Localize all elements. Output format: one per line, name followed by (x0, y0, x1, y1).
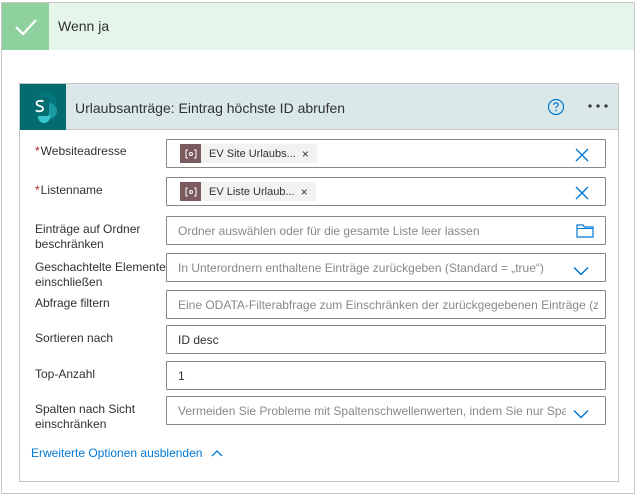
top-count-value: 1 (178, 369, 185, 383)
question-circle-icon[interactable] (547, 98, 565, 116)
order-by-label: Sortieren nach (35, 331, 114, 345)
nested-items-label: Geschachtelte Elemente einschließen (35, 260, 166, 289)
list-name-token[interactable]: EV Liste Urlaub... × (180, 182, 316, 201)
folder-placeholder: Ordner auswählen oder für die gesamte Li… (178, 224, 480, 238)
nested-items-dropdown[interactable]: In Unterordnern enthaltene Einträge zurü… (166, 253, 606, 282)
action-header[interactable]: Urlaubsanträge: Eintrag höchste ID abruf… (20, 84, 618, 130)
order-by-field[interactable]: ID desc (166, 325, 606, 354)
condition-title: Wenn ja (58, 18, 110, 34)
site-address-field[interactable]: EV Site Urlaubs... × (166, 139, 606, 168)
site-address-token-label: EV Site Urlaubs... (209, 147, 296, 160)
clear-icon[interactable] (575, 186, 589, 200)
nested-items-placeholder: In Unterordnern enthaltene Einträge zurü… (178, 261, 544, 275)
checkmark-icon (2, 3, 49, 50)
list-name-token-label: EV Liste Urlaub... (209, 185, 295, 198)
ellipsis-icon[interactable] (585, 96, 611, 116)
hide-advanced-options-link[interactable]: Erweiterte Optionen ausblenden (31, 446, 223, 460)
variable-icon (180, 182, 201, 201)
top-count-field[interactable]: 1 (166, 361, 606, 390)
variable-icon (180, 144, 201, 163)
sharepoint-icon (20, 84, 66, 130)
chevron-down-icon[interactable] (573, 263, 589, 276)
folder-icon[interactable] (576, 223, 594, 238)
chevron-down-icon[interactable] (573, 406, 589, 419)
token-remove-icon[interactable]: × (302, 147, 317, 161)
filter-query-label: Abfrage filtern (35, 296, 110, 310)
condition-header[interactable]: Wenn ja (2, 3, 634, 50)
site-address-label-text: Websiteadresse (40, 144, 127, 158)
token-remove-icon[interactable]: × (301, 185, 316, 199)
filter-query-placeholder: Eine ODATA-Filterabfrage zum Einschränke… (178, 298, 598, 312)
hide-advanced-options-label: Erweiterte Optionen ausblenden (31, 446, 203, 460)
chevron-up-icon (211, 450, 223, 457)
action-card: Urlaubsanträge: Eintrag höchste ID abruf… (19, 83, 619, 482)
action-title: Urlaubsanträge: Eintrag höchste ID abruf… (75, 100, 346, 116)
list-name-label: *Listenname (35, 183, 167, 198)
clear-icon[interactable] (575, 148, 589, 162)
list-name-label-text: Listenname (40, 183, 103, 197)
top-count-label: Top-Anzahl (35, 367, 96, 381)
order-by-value: ID desc (178, 333, 219, 347)
folder-field[interactable]: Ordner auswählen oder für die gesamte Li… (166, 216, 606, 245)
condition-yes-branch: Wenn ja Urlaubsanträge: Eintrag höchste … (1, 2, 635, 494)
list-name-field[interactable]: EV Liste Urlaub... × (166, 177, 606, 206)
folder-label: Einträge auf Ordner beschränken (35, 222, 141, 251)
required-marker: * (35, 183, 40, 197)
filter-query-field[interactable]: Eine ODATA-Filterabfrage zum Einschränke… (166, 290, 606, 319)
site-address-token[interactable]: EV Site Urlaubs... × (180, 144, 317, 163)
limit-columns-label: Spalten nach Sicht einschränken (35, 402, 136, 431)
limit-columns-placeholder: Vermeiden Sie Probleme mit Spaltenschwel… (178, 404, 566, 418)
limit-columns-dropdown[interactable]: Vermeiden Sie Probleme mit Spaltenschwel… (166, 396, 606, 425)
required-marker: * (35, 144, 40, 158)
site-address-label: *Websiteadresse (35, 144, 167, 159)
